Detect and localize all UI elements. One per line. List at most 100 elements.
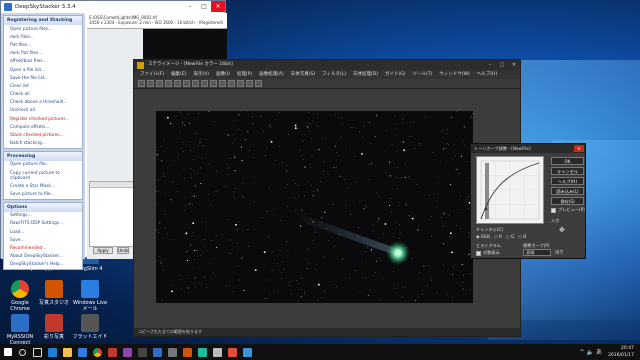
menu-item[interactable]: 編集(E) (171, 70, 186, 79)
cancel-button[interactable]: キャンセル (551, 167, 584, 175)
sidebar-item[interactable]: Create a Star Mask... (4, 182, 82, 190)
sidebar-item[interactable]: Batch stacking... (4, 140, 82, 148)
undo-icon[interactable] (201, 80, 208, 87)
taskbar-app[interactable] (180, 344, 195, 360)
close-icon[interactable]: ✕ (508, 60, 520, 70)
curve-point[interactable] (484, 207, 488, 211)
taskbar-app[interactable] (90, 344, 105, 360)
menu-item[interactable]: ツール(T) (413, 70, 433, 79)
channel-radio[interactable]: ○ B (518, 234, 526, 239)
menu-item[interactable]: 表示(V) (193, 70, 209, 79)
desktop-icon[interactable]: 写真スタジオ (36, 280, 72, 306)
taskbar-app[interactable] (210, 344, 225, 360)
desktop-icon[interactable]: Windows Live メール (72, 280, 108, 312)
menu-item[interactable]: ファイル(F) (140, 70, 164, 79)
sidebar-item[interactable]: Compute offsets... (4, 123, 82, 131)
menu-item[interactable]: 画像処理(A) (259, 70, 284, 79)
sidebar-item[interactable]: Save picture to file... (4, 190, 82, 198)
menu-item[interactable]: 天体処理(D) (353, 70, 378, 79)
dss-titlebar[interactable]: DeepSkyStacker 3.3.4 – □ ✕ (1, 1, 225, 13)
menu-item[interactable]: ヘルプ(H) (477, 70, 497, 79)
taskbar-app[interactable] (120, 344, 135, 360)
task-view-button[interactable] (30, 344, 45, 360)
start-button[interactable] (0, 344, 15, 360)
channel-radio[interactable]: ○ R (494, 234, 502, 239)
taskbar-app[interactable] (75, 344, 90, 360)
menu-item[interactable]: フィルタ(L) (322, 70, 346, 79)
sidebar-item[interactable]: DeepSkyStacker's Help... (4, 261, 82, 269)
sidebar-item[interactable]: flat files... (4, 41, 82, 49)
desktop-icon[interactable]: 彩り写真 (36, 314, 72, 340)
curve-icon[interactable] (246, 80, 253, 87)
taskbar-app[interactable] (135, 344, 150, 360)
sidebar-item[interactable]: Recommended... (4, 244, 82, 252)
menu-item[interactable]: ガイド(G) (385, 70, 406, 79)
open-icon[interactable] (147, 80, 154, 87)
close-icon[interactable]: ✕ (574, 145, 584, 152)
menu-item[interactable]: 天体写真(S) (291, 70, 315, 79)
log-display-checkbox[interactable]: 対数表示 (476, 250, 500, 256)
menu-item[interactable]: 画像(I) (216, 70, 230, 79)
maximize-icon[interactable]: □ (197, 1, 211, 12)
channel-radio[interactable]: ◉ RGB (476, 234, 490, 239)
sidebar-item[interactable]: Register checked pictures... (4, 115, 82, 123)
desktop-icon[interactable]: フラットエイド (72, 314, 108, 340)
taskbar-app[interactable] (195, 344, 210, 360)
sidebar-item[interactable]: Check all (4, 91, 82, 99)
sidebar-item[interactable]: Open a file list... (4, 66, 82, 74)
taskbar-app[interactable] (45, 344, 60, 360)
sidebar-item[interactable]: Raw/FITS DDP Settings... (4, 220, 82, 228)
sidebar-item[interactable]: About DeepSkyStacker... (4, 253, 82, 261)
move-cross-icon[interactable]: ✥ (559, 226, 565, 234)
taskbar-app[interactable] (60, 344, 75, 360)
save-button[interactable]: 保存(S) (551, 197, 584, 205)
sidebar-item[interactable]: Open picture files... (4, 25, 82, 33)
histogram-icon[interactable] (237, 80, 244, 87)
dialog-titlebar[interactable]: トーンカーブ調整 - [NewFile] ✕ (471, 144, 585, 153)
desktop-icon[interactable]: MyRSSION Connect (2, 314, 38, 346)
taskbar-app[interactable] (105, 344, 120, 360)
desktop-icon[interactable]: Google Chrome (2, 280, 38, 312)
paste-icon[interactable] (192, 80, 199, 87)
sidebar-item[interactable]: Stack checked pictures... (4, 131, 82, 139)
preset-select[interactable]: 直線 (523, 249, 551, 256)
new-icon[interactable] (138, 80, 145, 87)
sidebar-item[interactable]: Clear list (4, 82, 82, 90)
maximize-icon[interactable]: □ (496, 60, 508, 70)
comet-image-canvas[interactable] (156, 111, 473, 303)
load-button[interactable]: 読み込み(L) (551, 187, 584, 195)
sidebar-item[interactable]: Save the file list... (4, 74, 82, 82)
sidebar-item[interactable]: Open picture file... (4, 161, 82, 169)
minimize-icon[interactable]: – (484, 60, 496, 70)
taskbar-app[interactable] (165, 344, 180, 360)
apply-button[interactable]: Apply (93, 247, 113, 254)
sidebar-item[interactable]: Uncheck all (4, 107, 82, 115)
sidebar-item[interactable]: Copy current picture to clipboard (4, 169, 82, 182)
levels-icon[interactable] (255, 80, 262, 87)
clock[interactable]: 20:47 2016/01/17 (608, 344, 634, 359)
close-icon[interactable]: ✕ (211, 1, 225, 12)
stellaimage-titlebar[interactable]: ステライメージ - [NewFile カラー 16bit] – □ ✕ (134, 60, 520, 70)
sidebar-item[interactable]: dark files... (4, 33, 82, 41)
menu-item[interactable]: ウィンドウ(W) (439, 70, 469, 79)
undo-button[interactable]: Undo (117, 247, 129, 254)
preview-checkbox[interactable]: プレビュー(P) (551, 207, 585, 213)
taskbar-app[interactable] (150, 344, 165, 360)
tone-curve-graph[interactable] (476, 156, 544, 224)
minimize-icon[interactable]: – (183, 1, 197, 12)
sidebar-item[interactable]: Load... (4, 228, 82, 236)
zoom-icon[interactable] (219, 80, 226, 87)
hand-icon[interactable] (228, 80, 235, 87)
system-tray[interactable]: ^ 🔈 あ (580, 347, 602, 356)
sidebar-item[interactable]: offset/bias files... (4, 58, 82, 66)
select-icon[interactable] (210, 80, 217, 87)
sidebar-item[interactable]: Save... (4, 236, 82, 244)
taskbar-app[interactable] (240, 344, 255, 360)
sidebar-item[interactable]: dark flat files... (4, 50, 82, 58)
cut-icon[interactable] (174, 80, 181, 87)
ok-button[interactable]: OK (551, 157, 584, 165)
copy-icon[interactable] (183, 80, 190, 87)
sidebar-item[interactable]: Check above a threshold... (4, 99, 82, 107)
search-button[interactable] (15, 344, 30, 360)
taskbar-app[interactable] (225, 344, 240, 360)
